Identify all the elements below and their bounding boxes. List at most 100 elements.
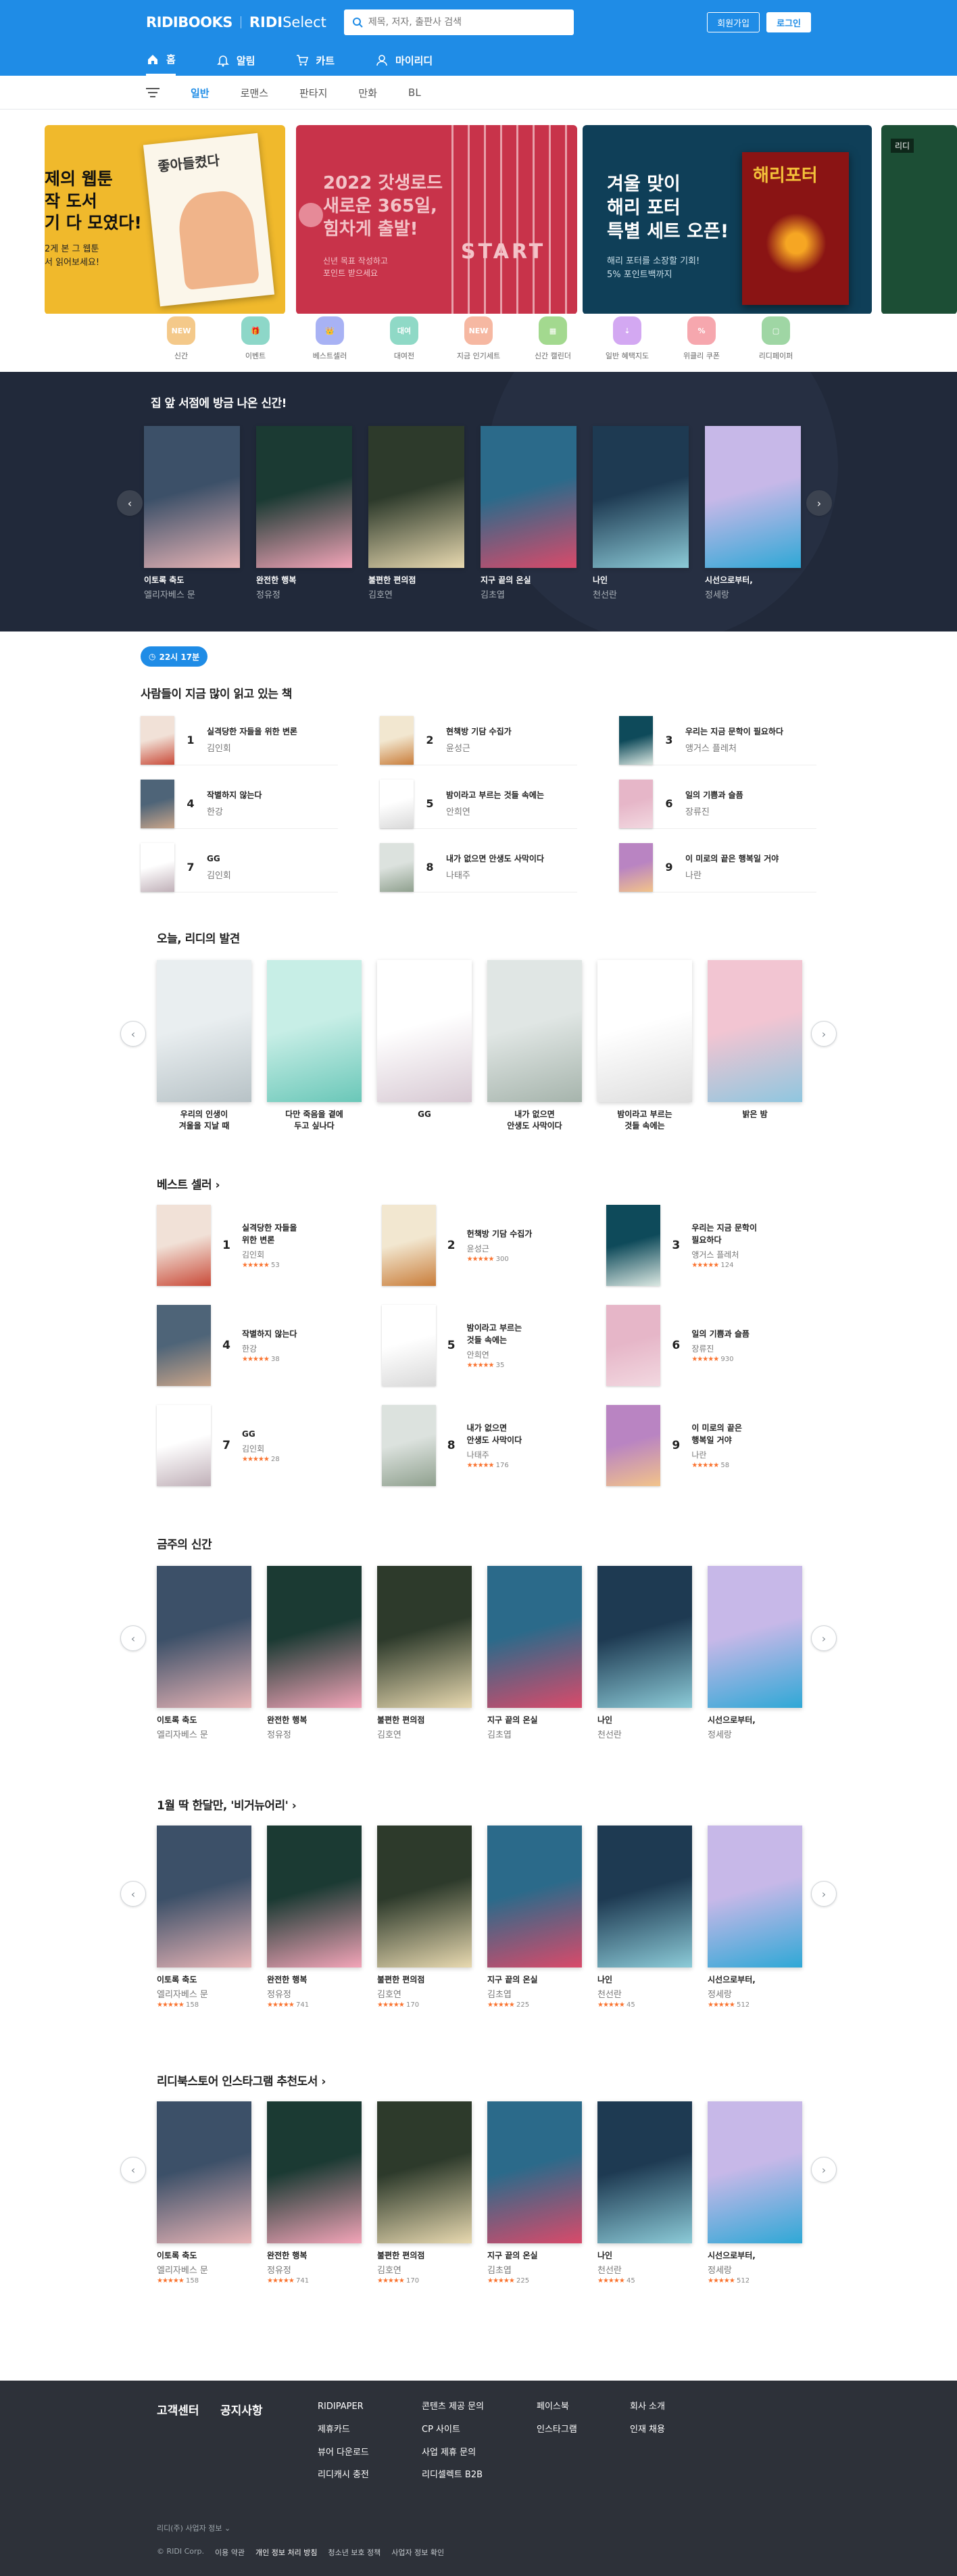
ranking-item[interactable]: 9 이 미로의 끝은 행복일 거야 나란 (619, 842, 816, 892)
footer-link-privacy[interactable]: 개인 정보 처리 방침 (255, 2547, 317, 2558)
bestseller-item[interactable]: 6 일의 기쁨과 슬픔 장류진 ★★★★★ 930 (606, 1302, 806, 1389)
book-cover[interactable] (377, 2101, 472, 2243)
instagram-next-button[interactable]: › (811, 2157, 837, 2183)
book-card[interactable]: 지구 끝의 온실 김초엽 ★★★★★ 225 (487, 2101, 582, 2285)
ranking-item[interactable]: 6 일의 기쁨과 슬픔 장류진 (619, 779, 816, 829)
book-card[interactable]: 이토록 축도 엘리자베스 문 (144, 426, 240, 600)
book-cover[interactable] (256, 426, 352, 568)
footer-company-info[interactable]: 리디(주) 사업자 정보 ⌄ (157, 2523, 230, 2533)
bestseller-cover[interactable] (606, 1405, 661, 1486)
bestseller-item[interactable]: 3 우리는 지금 문학이 필요하다 앵거스 플레처 ★★★★★ 124 (606, 1202, 806, 1289)
bestseller-cover[interactable] (606, 1205, 661, 1286)
quick-menu-item[interactable]: NEW 신간 (158, 316, 204, 372)
bestseller-cover[interactable] (381, 1305, 436, 1386)
instagram-title[interactable]: 리디북스토어 인스타그램 추천도서 › (157, 2072, 326, 2089)
book-card[interactable]: 나인 천선란 (597, 1566, 692, 1740)
bestseller-item[interactable]: 1 실격당한 자들을 위한 변론 김인회 ★★★★★ 53 (157, 1202, 356, 1289)
ranking-item[interactable]: 3 우리는 지금 문학이 필요하다 앵거스 플레처 (619, 715, 816, 765)
footer-link[interactable]: 리디셀렉트 B2B (422, 2464, 484, 2487)
footer-customer-center[interactable]: 고객센터 (157, 2401, 199, 2418)
ranking-cover[interactable] (141, 842, 174, 892)
bestseller-cover[interactable] (606, 1305, 661, 1386)
book-cover[interactable] (487, 1566, 582, 1708)
book-card[interactable]: 완전한 행복 정유정 (267, 1566, 362, 1740)
bestseller-cover[interactable] (157, 1305, 211, 1386)
discovery-cover[interactable] (597, 960, 692, 1102)
discovery-cover[interactable] (377, 960, 472, 1102)
category-romance[interactable]: 로맨스 (241, 86, 268, 100)
discovery-card[interactable]: 우리의 인생이 겨울을 지날 때 (157, 960, 251, 1132)
quick-menu-item[interactable]: NEW 지금 인기세트 (456, 316, 501, 372)
quick-menu-item[interactable]: ▦ 신간 캘린더 (530, 316, 576, 372)
book-card[interactable]: 지구 끝의 온실 김초엽 (487, 1566, 582, 1740)
quick-menu-item[interactable]: ▢ 리디페이퍼 (753, 316, 799, 372)
bestseller-item[interactable]: 8 내가 없으면 안생도 사막이다 나태주 ★★★★★ 176 (381, 1402, 581, 1489)
book-cover[interactable] (597, 1826, 692, 1967)
footer-link[interactable]: 인재 채용 (630, 2418, 665, 2441)
ridiselect-logo[interactable]: RIDISelect (249, 14, 326, 30)
bestseller-cover[interactable] (381, 1205, 436, 1286)
bestseller-item[interactable]: 2 헌책방 기담 수집가 윤성근 ★★★★★ 300 (381, 1202, 581, 1289)
bestseller-item[interactable]: 4 작별하지 않는다 한강 ★★★★★ 38 (157, 1302, 356, 1389)
book-cover[interactable] (377, 1566, 472, 1708)
book-card[interactable]: 이토록 축도 엘리자베스 문 ★★★★★ 158 (157, 1826, 251, 2009)
footer-link-terms[interactable]: 이용 약관 (215, 2547, 245, 2558)
bestseller-cover[interactable] (157, 1205, 211, 1286)
footer-notice[interactable]: 공지사항 (220, 2401, 263, 2418)
book-cover[interactable] (481, 426, 576, 568)
nav-notification[interactable]: 알림 (216, 45, 255, 76)
bestseller-title[interactable]: 베스트 셀러 › (157, 1175, 220, 1192)
discovery-prev-button[interactable]: ‹ (120, 1021, 146, 1047)
quick-menu-item[interactable]: % 위클리 쿠폰 (679, 316, 725, 372)
book-cover[interactable] (487, 2101, 582, 2243)
book-cover[interactable] (157, 1826, 251, 1967)
bestseller-item[interactable]: 9 이 미로의 끝은 행복일 거야 나란 ★★★★★ 58 (606, 1402, 806, 1489)
book-card[interactable]: 이토록 축도 엘리자베스 문 ★★★★★ 158 (157, 2101, 251, 2285)
book-card[interactable]: 불편한 편의점 김호연 ★★★★★ 170 (377, 2101, 472, 2285)
discovery-card[interactable]: 밤이라고 부르는 것들 속에는 (597, 960, 692, 1132)
footer-link[interactable]: 페이스북 (537, 2395, 577, 2418)
book-cover[interactable] (487, 1826, 582, 1967)
ranking-cover[interactable] (380, 842, 414, 892)
book-card[interactable]: 시선으로부터, 정세랑 (705, 426, 801, 600)
discovery-card[interactable]: 다만 죽음을 곁에 두고 싶나다 (267, 960, 362, 1132)
instagram-prev-button[interactable]: ‹ (120, 2157, 146, 2183)
ranking-cover[interactable] (619, 715, 653, 765)
footer-link[interactable]: 콘텐츠 제공 문의 (422, 2395, 484, 2418)
discovery-next-button[interactable]: › (811, 1021, 837, 1047)
book-card[interactable]: 나인 천선란 (593, 426, 689, 600)
weekly-next-button[interactable]: › (811, 1625, 837, 1651)
footer-link[interactable]: CP 사이트 (422, 2418, 484, 2441)
bestseller-cover[interactable] (157, 1405, 211, 1486)
category-fantasy[interactable]: 판타지 (299, 86, 327, 100)
book-card[interactable]: 나인 천선란 ★★★★★ 45 (597, 1826, 692, 2009)
book-card[interactable]: 시선으로부터, 정세랑 (708, 1566, 802, 1740)
book-cover[interactable] (368, 426, 464, 568)
book-card[interactable]: 지구 끝의 온실 김초엽 (481, 426, 576, 600)
book-card[interactable]: 지구 끝의 온실 김초엽 ★★★★★ 225 (487, 1826, 582, 2009)
book-cover[interactable] (157, 2101, 251, 2243)
nav-myridi[interactable]: 마이리디 (375, 45, 433, 76)
bestseller-item[interactable]: 5 밤이라고 부르는 것들 속에는 안희연 ★★★★★ 35 (381, 1302, 581, 1389)
footer-link[interactable]: 사업 제휴 문의 (422, 2441, 484, 2464)
book-cover[interactable] (708, 1566, 802, 1708)
ridibooks-logo[interactable]: RIDIBOOKS (146, 14, 232, 30)
ranking-item[interactable]: 5 밤이라고 부르는 것들 속에는 안희연 (380, 779, 577, 829)
banner-godsaeng[interactable]: 2022 갓생로드 새로운 365일, 힘차게 출발! 신년 목표 작성하고 포… (296, 125, 577, 314)
banner-webtoon[interactable]: 제의 웹툰 작 도서 기 다 모였다! 2게 본 그 웹툰 서 읽어보세요! 좋… (45, 125, 285, 314)
ranking-cover[interactable] (619, 842, 653, 892)
book-cover[interactable] (267, 1566, 362, 1708)
book-card[interactable]: 불편한 편의점 김호연 (368, 426, 464, 600)
ranking-cover[interactable] (380, 715, 414, 765)
search-input[interactable] (368, 17, 566, 28)
discovery-cover[interactable] (267, 960, 362, 1102)
ranking-cover[interactable] (141, 779, 174, 828)
book-card[interactable]: 이토록 축도 엘리자베스 문 (157, 1566, 251, 1740)
search-box[interactable] (343, 9, 574, 35)
book-card[interactable]: 나인 천선란 ★★★★★ 45 (597, 2101, 692, 2285)
menu-icon[interactable] (146, 87, 160, 98)
prev-arrow-button[interactable]: ‹ (117, 490, 143, 516)
quick-menu-item[interactable]: 👑 베스트셀러 (307, 316, 353, 372)
book-cover[interactable] (593, 426, 689, 568)
monthly-title[interactable]: 1월 딱 한달만, '비거뉴어리' › (157, 1796, 297, 1813)
